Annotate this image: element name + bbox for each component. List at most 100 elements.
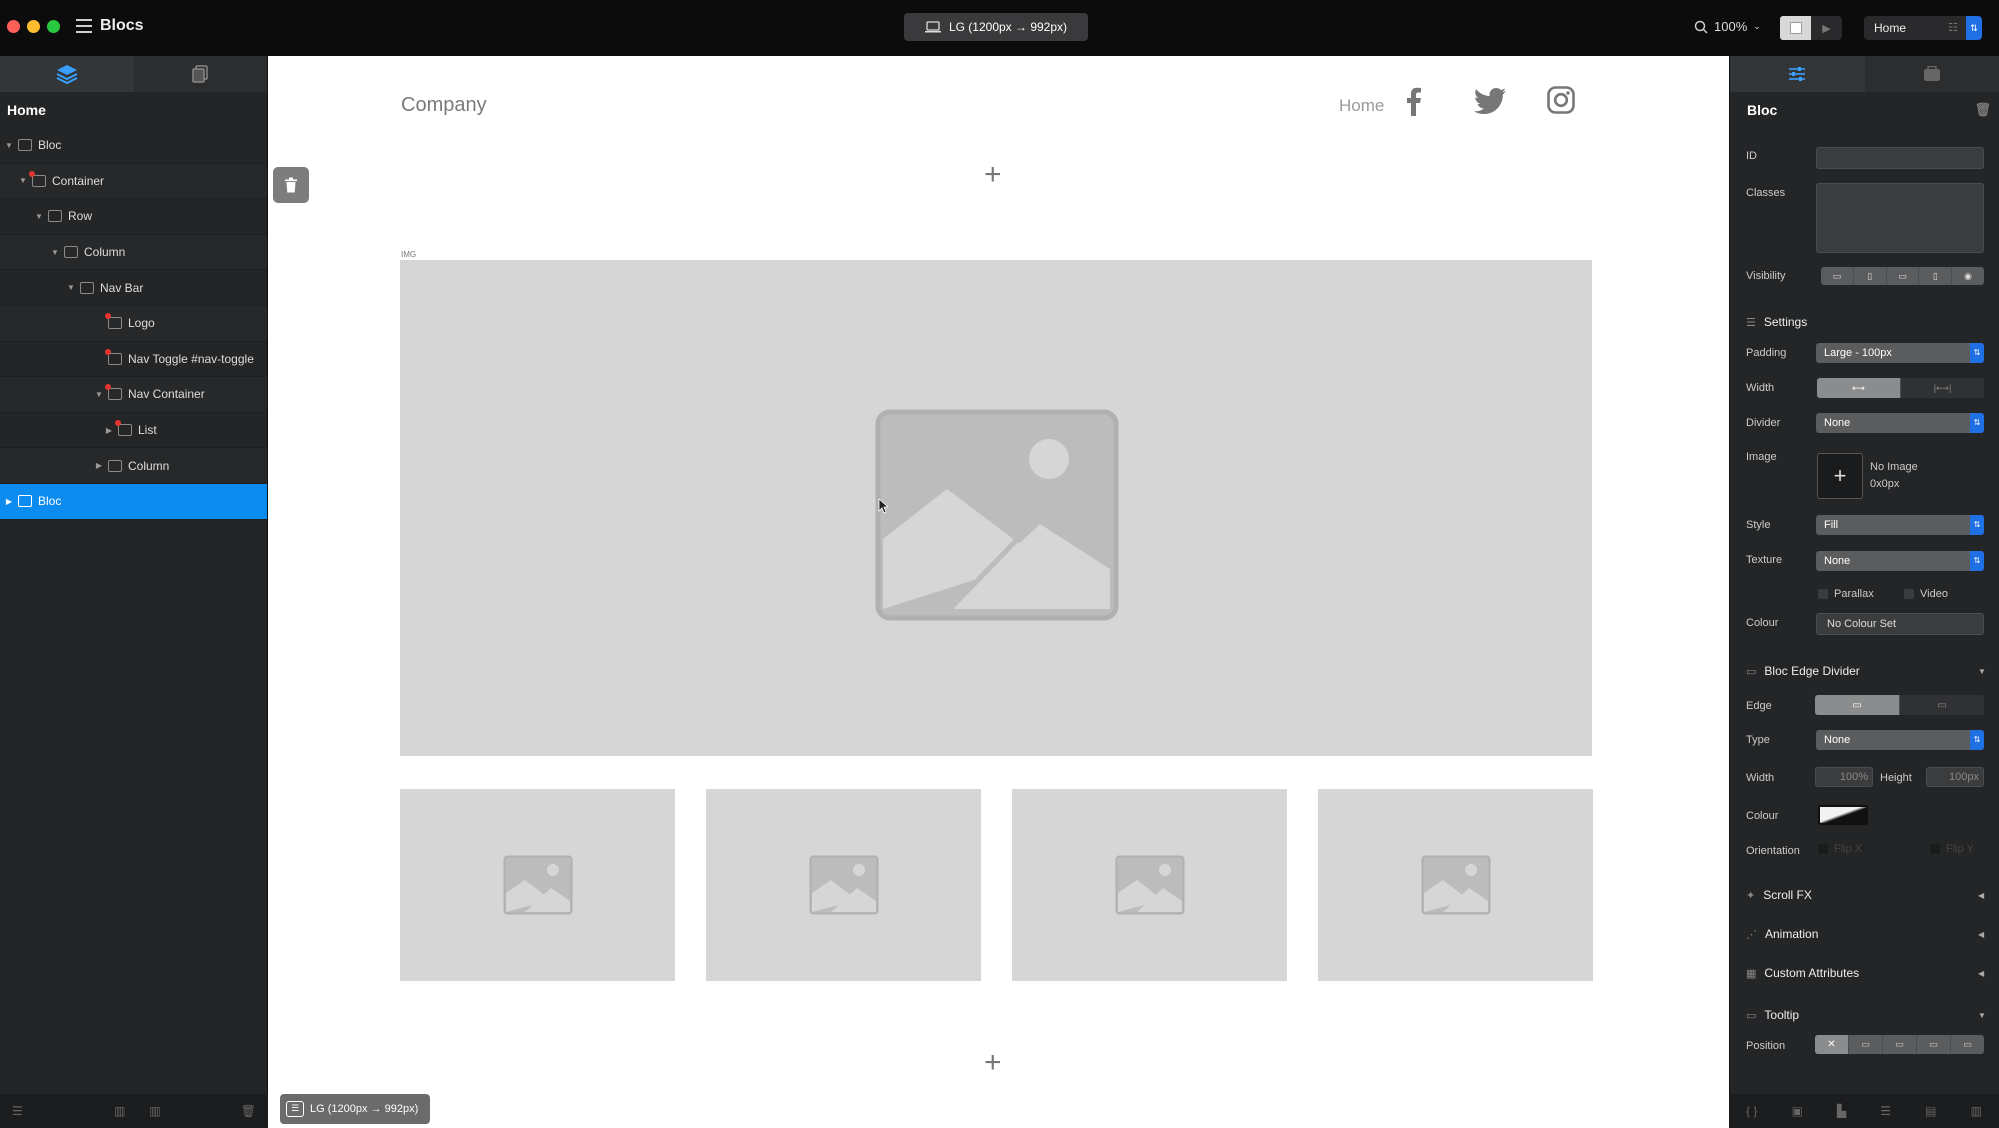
- play-icon[interactable]: ▶: [1811, 16, 1842, 40]
- id-input[interactable]: [1816, 147, 1984, 169]
- hero-image-placeholder[interactable]: [400, 260, 1592, 756]
- close-window-button[interactable]: [7, 20, 20, 33]
- layer-item[interactable]: ▼ Container: [0, 163, 267, 200]
- chart-icon[interactable]: ▙: [1837, 1104, 1846, 1118]
- disclosure-right-icon[interactable]: ▶: [104, 426, 114, 435]
- width-full-icon[interactable]: |⟷|: [1901, 378, 1984, 398]
- style-select[interactable]: Fill ⇅: [1816, 515, 1984, 535]
- minimize-window-button[interactable]: [27, 20, 40, 33]
- layer-item[interactable]: ▶ Column: [0, 448, 267, 484]
- eye-icon[interactable]: ◉: [1952, 267, 1984, 285]
- tab-library[interactable]: [1865, 56, 1999, 92]
- custom-attributes-section-header[interactable]: ▦ Custom Attributes ◀: [1746, 966, 1984, 980]
- position-left-icon[interactable]: ▭: [1849, 1035, 1883, 1054]
- add-column-icon[interactable]: ▥: [114, 1104, 125, 1118]
- breakpoint-badge[interactable]: ☰ LG (1200px → 992px): [280, 1094, 430, 1124]
- disclosure-right-icon[interactable]: ▶: [94, 461, 104, 470]
- visibility-toggle[interactable]: ▭ ▯ ▭ ▯ ◉: [1821, 267, 1984, 285]
- add-row-icon[interactable]: ▥: [149, 1104, 160, 1118]
- flip-y-checkbox[interactable]: Flip Y: [1930, 843, 1974, 855]
- disclosure-down-icon[interactable]: ▼: [18, 176, 28, 185]
- type-select[interactable]: None ⇅: [1816, 730, 1984, 750]
- facebook-icon[interactable]: [1405, 86, 1421, 116]
- parallax-checkbox[interactable]: Parallax: [1818, 588, 1874, 600]
- position-bottom-icon[interactable]: ▭: [1917, 1035, 1951, 1054]
- gallery-image-placeholder-4[interactable]: [1318, 789, 1593, 981]
- menu-icon[interactable]: [76, 19, 92, 33]
- padding-select[interactable]: Large - 100px ⇅: [1816, 343, 1984, 363]
- ed-width-input[interactable]: 100%: [1815, 767, 1873, 787]
- gallery-image-placeholder-2[interactable]: [706, 789, 981, 981]
- layer-item[interactable]: ▼ Nav Container: [0, 377, 267, 413]
- nav-link-home[interactable]: Home: [1339, 96, 1384, 116]
- list-icon[interactable]: ☰: [1880, 1104, 1891, 1118]
- layer-item[interactable]: ▼ Nav Bar: [0, 270, 267, 306]
- trash-icon[interactable]: 🗑: [1974, 102, 1991, 118]
- disclosure-down-icon[interactable]: ▼: [66, 283, 76, 292]
- code-icon[interactable]: { }: [1746, 1104, 1757, 1118]
- device-breakpoint-button[interactable]: LG (1200px → 992px): [904, 13, 1088, 41]
- divider-select[interactable]: None ⇅: [1816, 413, 1984, 433]
- page-select-caret[interactable]: ⇅: [1966, 16, 1982, 40]
- position-top-icon[interactable]: ▭: [1883, 1035, 1917, 1054]
- video-checkbox[interactable]: Video: [1904, 588, 1948, 600]
- scroll-fx-section-header[interactable]: ✦ Scroll FX ◀: [1746, 888, 1984, 902]
- layer-item[interactable]: ▼ Bloc: [0, 128, 267, 164]
- preview-mode-toggle[interactable]: ▶: [1780, 16, 1842, 40]
- position-none-icon[interactable]: ✕: [1815, 1035, 1849, 1054]
- tooltip-section-header[interactable]: ▭ Tooltip ▼: [1746, 1008, 1986, 1022]
- layer-item[interactable]: Nav Toggle #nav-toggle: [0, 342, 267, 378]
- layer-item[interactable]: ▼ Row: [0, 199, 267, 235]
- animation-section-header[interactable]: ⋰ Animation ◀: [1746, 927, 1984, 941]
- tablet-visibility-icon[interactable]: ▯: [1854, 267, 1887, 285]
- disclosure-down-icon[interactable]: ▼: [4, 141, 14, 150]
- layer-item[interactable]: ▶ Bloc: [0, 483, 267, 520]
- width-contained-icon[interactable]: ⟷: [1817, 378, 1901, 398]
- delete-layer-icon[interactable]: 🗑: [241, 1104, 256, 1118]
- disclosure-right-icon[interactable]: ▶: [4, 497, 14, 506]
- disclosure-down-icon[interactable]: ▼: [34, 212, 44, 221]
- instagram-icon[interactable]: [1547, 86, 1575, 114]
- delete-bloc-button[interactable]: [273, 167, 309, 203]
- tab-properties[interactable]: [1730, 56, 1865, 92]
- page-settings-icon[interactable]: ☷: [1948, 16, 1958, 40]
- layer-item[interactable]: Logo: [0, 305, 267, 342]
- edge-top-icon[interactable]: ▭: [1815, 695, 1900, 715]
- phone-visibility-icon[interactable]: ▯: [1919, 267, 1953, 285]
- document-icon[interactable]: ▤: [1925, 1104, 1936, 1118]
- tablet-landscape-visibility-icon[interactable]: ▭: [1887, 267, 1920, 285]
- tab-pages[interactable]: [134, 56, 268, 92]
- layer-item[interactable]: ▼ Column: [0, 234, 267, 271]
- gallery-image-placeholder-3[interactable]: [1012, 789, 1287, 981]
- desktop-visibility-icon[interactable]: ▭: [1821, 267, 1854, 285]
- layer-item[interactable]: ▶ List: [0, 413, 267, 449]
- edge-divider-section-header[interactable]: ▭ Bloc Edge Divider ▼: [1746, 664, 1986, 678]
- edge-bottom-icon[interactable]: ▭: [1900, 695, 1984, 715]
- add-bloc-above-button[interactable]: +: [984, 158, 1002, 192]
- position-right-icon[interactable]: ▭: [1951, 1035, 1984, 1054]
- flip-x-checkbox[interactable]: Flip X: [1818, 843, 1862, 855]
- add-image-button[interactable]: +: [1817, 453, 1863, 499]
- edge-colour-swatch[interactable]: [1818, 805, 1868, 825]
- texture-select[interactable]: None ⇅: [1816, 551, 1984, 571]
- twitter-icon[interactable]: [1474, 88, 1506, 114]
- tab-layers[interactable]: [0, 56, 134, 92]
- tooltip-position-toggle[interactable]: ✕ ▭ ▭ ▭ ▭: [1815, 1035, 1984, 1054]
- zoom-control[interactable]: 100% ⌄: [1694, 19, 1761, 34]
- colour-picker[interactable]: No Colour Set: [1816, 613, 1984, 635]
- classes-input[interactable]: [1816, 183, 1984, 253]
- sidebar-icon[interactable]: ▥: [1971, 1104, 1982, 1118]
- disclosure-down-icon[interactable]: ▼: [50, 248, 60, 257]
- maximize-window-button[interactable]: [47, 20, 60, 33]
- edge-toggle[interactable]: ▭ ▭: [1815, 695, 1984, 715]
- disclosure-down-icon[interactable]: ▼: [94, 390, 104, 399]
- gallery-image-placeholder-1[interactable]: [400, 789, 675, 981]
- edit-mode-button[interactable]: [1780, 16, 1811, 40]
- ed-height-input[interactable]: 100px: [1926, 767, 1984, 787]
- settings-section-header[interactable]: ☰ Settings: [1746, 315, 1807, 329]
- page-select[interactable]: Home ☷ ⇅: [1864, 16, 1982, 40]
- image-icon[interactable]: ▣: [1792, 1104, 1803, 1118]
- design-canvas[interactable]: Company Home + IMG + ☰ LG (1200px → 992p…: [268, 56, 1729, 1128]
- brand-logo-text[interactable]: Company: [401, 94, 487, 117]
- add-bloc-below-button[interactable]: +: [984, 1046, 1002, 1080]
